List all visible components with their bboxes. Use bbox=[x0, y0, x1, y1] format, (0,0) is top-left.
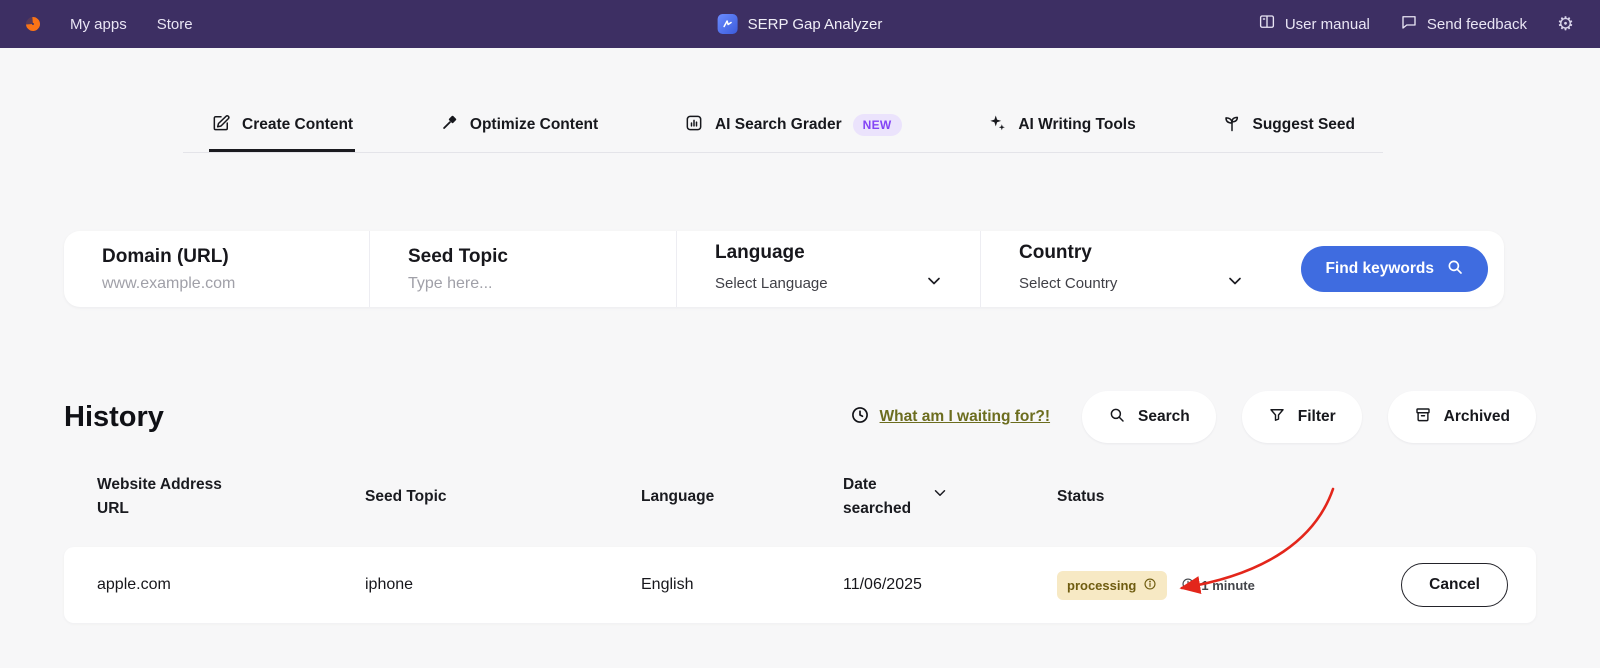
col-date-searched-label: Date searched bbox=[843, 476, 912, 518]
find-keywords-button[interactable]: Find keywords bbox=[1301, 246, 1488, 292]
navbar-right: User manual Send feedback ⚙ bbox=[1258, 13, 1574, 35]
seedling-icon bbox=[1222, 113, 1242, 138]
col-website-address-url: Website Address URL bbox=[97, 476, 222, 518]
col-status: Status bbox=[1057, 488, 1105, 505]
history-table-header: Website Address URL Seed Topic Language … bbox=[64, 473, 1536, 521]
country-field-group: Country Select Country bbox=[981, 231, 1281, 307]
waiting-info: What am I waiting for?! bbox=[850, 405, 1051, 430]
sparkles-icon bbox=[987, 113, 1007, 138]
tab-label: AI Search Grader bbox=[714, 116, 842, 133]
col-seed-topic: Seed Topic bbox=[365, 488, 447, 505]
archive-box-icon bbox=[1414, 406, 1432, 429]
tab-label: Suggest Seed bbox=[1252, 116, 1356, 133]
filter-button-label: Filter bbox=[1297, 408, 1336, 425]
hammer-icon bbox=[439, 113, 459, 138]
row-website-url: apple.com bbox=[97, 576, 171, 594]
cancel-button[interactable]: Cancel bbox=[1401, 563, 1508, 608]
tab-label: Create Content bbox=[242, 116, 354, 133]
filter-funnel-icon bbox=[1268, 406, 1286, 429]
info-icon[interactable] bbox=[1143, 577, 1157, 594]
clock-icon bbox=[850, 405, 870, 430]
settings-gear-icon[interactable]: ⚙ bbox=[1557, 15, 1574, 34]
language-select-value: Select Language bbox=[715, 275, 828, 292]
app-title-group: SERP Gap Analyzer bbox=[717, 14, 883, 34]
status-badge: processing bbox=[1057, 570, 1168, 600]
navbar-left: My apps Store bbox=[23, 14, 193, 34]
search-button[interactable]: Search bbox=[1082, 391, 1216, 443]
filter-button[interactable]: Filter bbox=[1241, 391, 1362, 443]
search-button-label: Search bbox=[1138, 408, 1190, 425]
history-actions: What am I waiting for?! Search Filter Ar… bbox=[850, 391, 1536, 443]
tab-ai-writing-tools[interactable]: AI Writing Tools bbox=[985, 101, 1137, 152]
tab-label: AI Writing Tools bbox=[1018, 116, 1136, 133]
col-date-searched[interactable]: Date searched bbox=[843, 473, 1057, 521]
top-navbar: My apps Store SERP Gap Analyzer User man… bbox=[0, 0, 1600, 48]
tab-bar: Create Content Optimize Content AI Searc… bbox=[183, 101, 1383, 153]
row-action-cell: Cancel bbox=[1387, 563, 1536, 608]
history-section: History What am I waiting for?! Search F… bbox=[64, 391, 1536, 624]
brand-logo-icon[interactable] bbox=[23, 14, 43, 34]
row-language: English bbox=[641, 576, 694, 594]
send-feedback-label: Send feedback bbox=[1426, 15, 1527, 33]
country-label: Country bbox=[1019, 242, 1092, 263]
waiting-link[interactable]: What am I waiting for?! bbox=[880, 408, 1051, 426]
country-select-value: Select Country bbox=[1019, 275, 1118, 292]
language-select[interactable]: Select Language bbox=[715, 271, 980, 296]
clock-icon bbox=[1181, 577, 1195, 594]
col-language: Language bbox=[641, 488, 715, 505]
chevron-down-icon bbox=[1225, 271, 1245, 296]
seed-topic-field-group: Seed Topic bbox=[370, 231, 677, 307]
elapsed-time-label: 1 minute bbox=[1201, 577, 1255, 593]
tab-label: Optimize Content bbox=[469, 116, 599, 133]
new-badge: NEW bbox=[852, 114, 902, 136]
keyword-form-card: Domain (URL) Seed Topic Language Select … bbox=[64, 231, 1504, 307]
edit-pencil-icon bbox=[211, 113, 231, 138]
find-keywords-label: Find keywords bbox=[1325, 260, 1434, 277]
domain-field-group: Domain (URL) bbox=[64, 231, 370, 307]
nav-my-apps[interactable]: My apps bbox=[70, 16, 127, 33]
search-icon bbox=[1446, 258, 1464, 281]
seed-topic-input[interactable] bbox=[408, 274, 618, 293]
language-field-group: Language Select Language bbox=[677, 231, 981, 307]
app-logo-icon bbox=[717, 14, 738, 34]
archived-button-label: Archived bbox=[1443, 408, 1510, 425]
row-seed-topic: iphone bbox=[365, 576, 414, 594]
history-title: History bbox=[64, 400, 164, 433]
chevron-down-icon bbox=[924, 271, 944, 296]
book-icon bbox=[1258, 13, 1276, 35]
domain-label: Domain (URL) bbox=[102, 245, 229, 267]
chevron-down-icon bbox=[931, 484, 949, 510]
language-label: Language bbox=[715, 242, 805, 263]
table-row: apple.com iphone English 11/06/2025 proc… bbox=[64, 547, 1536, 624]
tab-optimize-content[interactable]: Optimize Content bbox=[437, 101, 600, 152]
send-feedback-link[interactable]: Send feedback bbox=[1400, 13, 1527, 35]
status-badge-label: processing bbox=[1067, 577, 1137, 593]
archived-button[interactable]: Archived bbox=[1387, 391, 1536, 443]
country-select[interactable]: Select Country bbox=[1019, 271, 1281, 296]
app-title: SERP Gap Analyzer bbox=[747, 15, 883, 33]
tab-ai-search-grader[interactable]: AI Search Grader NEW bbox=[682, 101, 904, 152]
nav-store[interactable]: Store bbox=[157, 16, 193, 33]
history-header: History What am I waiting for?! Search F… bbox=[64, 391, 1536, 443]
row-status-cell: processing 1 minute bbox=[1057, 570, 1387, 600]
tab-create-content[interactable]: Create Content bbox=[209, 101, 356, 152]
tab-suggest-seed[interactable]: Suggest Seed bbox=[1220, 101, 1358, 152]
user-manual-link[interactable]: User manual bbox=[1258, 13, 1370, 35]
user-manual-label: User manual bbox=[1284, 15, 1370, 33]
grader-chart-icon bbox=[684, 113, 704, 138]
elapsed-time: 1 minute bbox=[1181, 577, 1255, 594]
seed-topic-label: Seed Topic bbox=[408, 245, 508, 267]
search-icon bbox=[1108, 406, 1126, 429]
domain-input[interactable] bbox=[102, 274, 312, 293]
row-date-searched: 11/06/2025 bbox=[843, 576, 922, 594]
chat-bubble-icon bbox=[1400, 13, 1418, 35]
